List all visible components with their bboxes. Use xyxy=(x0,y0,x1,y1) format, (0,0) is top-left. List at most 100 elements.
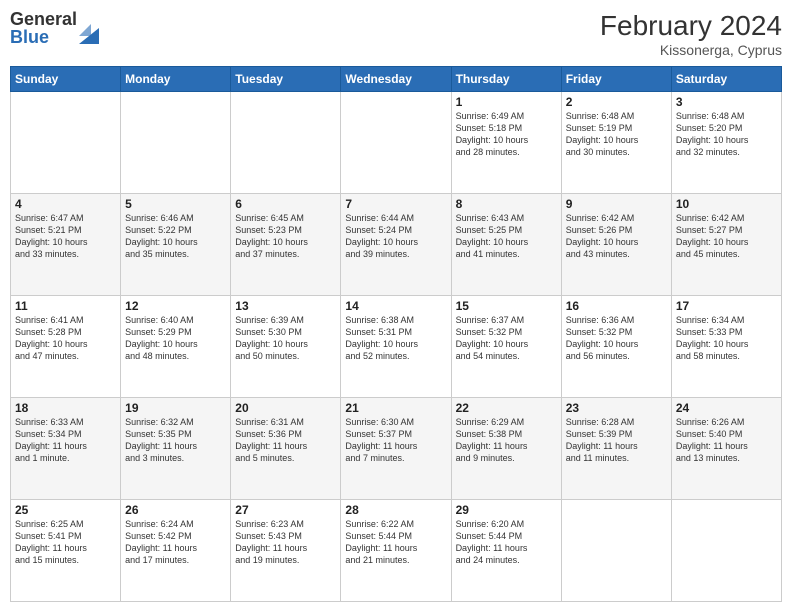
calendar-table: Sunday Monday Tuesday Wednesday Thursday… xyxy=(10,66,782,602)
calendar-cell xyxy=(561,500,671,602)
day-info: Sunrise: 6:41 AM Sunset: 5:28 PM Dayligh… xyxy=(15,314,116,363)
day-info: Sunrise: 6:29 AM Sunset: 5:38 PM Dayligh… xyxy=(456,416,557,465)
day-info: Sunrise: 6:26 AM Sunset: 5:40 PM Dayligh… xyxy=(676,416,777,465)
day-number: 25 xyxy=(15,503,116,517)
day-number: 13 xyxy=(235,299,336,313)
day-number: 22 xyxy=(456,401,557,415)
calendar-cell: 20Sunrise: 6:31 AM Sunset: 5:36 PM Dayli… xyxy=(231,398,341,500)
day-info: Sunrise: 6:39 AM Sunset: 5:30 PM Dayligh… xyxy=(235,314,336,363)
calendar-cell: 22Sunrise: 6:29 AM Sunset: 5:38 PM Dayli… xyxy=(451,398,561,500)
calendar-cell: 25Sunrise: 6:25 AM Sunset: 5:41 PM Dayli… xyxy=(11,500,121,602)
location: Kissonerga, Cyprus xyxy=(600,42,782,58)
week-row-4: 18Sunrise: 6:33 AM Sunset: 5:34 PM Dayli… xyxy=(11,398,782,500)
day-info: Sunrise: 6:37 AM Sunset: 5:32 PM Dayligh… xyxy=(456,314,557,363)
day-info: Sunrise: 6:30 AM Sunset: 5:37 PM Dayligh… xyxy=(345,416,446,465)
calendar-cell: 7Sunrise: 6:44 AM Sunset: 5:24 PM Daylig… xyxy=(341,194,451,296)
day-number: 21 xyxy=(345,401,446,415)
calendar-cell: 9Sunrise: 6:42 AM Sunset: 5:26 PM Daylig… xyxy=(561,194,671,296)
day-info: Sunrise: 6:38 AM Sunset: 5:31 PM Dayligh… xyxy=(345,314,446,363)
day-number: 15 xyxy=(456,299,557,313)
day-info: Sunrise: 6:47 AM Sunset: 5:21 PM Dayligh… xyxy=(15,212,116,261)
day-number: 18 xyxy=(15,401,116,415)
calendar-cell: 21Sunrise: 6:30 AM Sunset: 5:37 PM Dayli… xyxy=(341,398,451,500)
week-row-3: 11Sunrise: 6:41 AM Sunset: 5:28 PM Dayli… xyxy=(11,296,782,398)
logo-blue: Blue xyxy=(10,28,77,46)
day-number: 6 xyxy=(235,197,336,211)
day-info: Sunrise: 6:33 AM Sunset: 5:34 PM Dayligh… xyxy=(15,416,116,465)
day-number: 4 xyxy=(15,197,116,211)
calendar-cell: 10Sunrise: 6:42 AM Sunset: 5:27 PM Dayli… xyxy=(671,194,781,296)
day-info: Sunrise: 6:43 AM Sunset: 5:25 PM Dayligh… xyxy=(456,212,557,261)
calendar-cell: 16Sunrise: 6:36 AM Sunset: 5:32 PM Dayli… xyxy=(561,296,671,398)
day-number: 11 xyxy=(15,299,116,313)
day-info: Sunrise: 6:44 AM Sunset: 5:24 PM Dayligh… xyxy=(345,212,446,261)
day-info: Sunrise: 6:28 AM Sunset: 5:39 PM Dayligh… xyxy=(566,416,667,465)
logo: General Blue xyxy=(10,10,99,46)
calendar-cell: 17Sunrise: 6:34 AM Sunset: 5:33 PM Dayli… xyxy=(671,296,781,398)
calendar-cell: 27Sunrise: 6:23 AM Sunset: 5:43 PM Dayli… xyxy=(231,500,341,602)
week-row-2: 4Sunrise: 6:47 AM Sunset: 5:21 PM Daylig… xyxy=(11,194,782,296)
day-number: 23 xyxy=(566,401,667,415)
day-number: 19 xyxy=(125,401,226,415)
calendar-cell: 1Sunrise: 6:49 AM Sunset: 5:18 PM Daylig… xyxy=(451,92,561,194)
calendar-cell: 23Sunrise: 6:28 AM Sunset: 5:39 PM Dayli… xyxy=(561,398,671,500)
logo-general: General xyxy=(10,10,77,28)
day-info: Sunrise: 6:34 AM Sunset: 5:33 PM Dayligh… xyxy=(676,314,777,363)
day-info: Sunrise: 6:32 AM Sunset: 5:35 PM Dayligh… xyxy=(125,416,226,465)
header: General Blue February 2024 Kissonerga, C… xyxy=(10,10,782,58)
calendar-cell: 12Sunrise: 6:40 AM Sunset: 5:29 PM Dayli… xyxy=(121,296,231,398)
calendar-cell: 18Sunrise: 6:33 AM Sunset: 5:34 PM Dayli… xyxy=(11,398,121,500)
day-number: 12 xyxy=(125,299,226,313)
col-sunday: Sunday xyxy=(11,67,121,92)
calendar-cell: 15Sunrise: 6:37 AM Sunset: 5:32 PM Dayli… xyxy=(451,296,561,398)
calendar-cell: 28Sunrise: 6:22 AM Sunset: 5:44 PM Dayli… xyxy=(341,500,451,602)
calendar-cell: 5Sunrise: 6:46 AM Sunset: 5:22 PM Daylig… xyxy=(121,194,231,296)
calendar-cell: 4Sunrise: 6:47 AM Sunset: 5:21 PM Daylig… xyxy=(11,194,121,296)
calendar-cell: 29Sunrise: 6:20 AM Sunset: 5:44 PM Dayli… xyxy=(451,500,561,602)
calendar-cell: 11Sunrise: 6:41 AM Sunset: 5:28 PM Dayli… xyxy=(11,296,121,398)
day-number: 8 xyxy=(456,197,557,211)
day-number: 16 xyxy=(566,299,667,313)
day-number: 29 xyxy=(456,503,557,517)
day-info: Sunrise: 6:31 AM Sunset: 5:36 PM Dayligh… xyxy=(235,416,336,465)
calendar-cell: 6Sunrise: 6:45 AM Sunset: 5:23 PM Daylig… xyxy=(231,194,341,296)
page: General Blue February 2024 Kissonerga, C… xyxy=(0,0,792,612)
day-info: Sunrise: 6:40 AM Sunset: 5:29 PM Dayligh… xyxy=(125,314,226,363)
day-number: 20 xyxy=(235,401,336,415)
week-row-5: 25Sunrise: 6:25 AM Sunset: 5:41 PM Dayli… xyxy=(11,500,782,602)
day-number: 2 xyxy=(566,95,667,109)
day-info: Sunrise: 6:22 AM Sunset: 5:44 PM Dayligh… xyxy=(345,518,446,567)
calendar-cell xyxy=(11,92,121,194)
day-number: 1 xyxy=(456,95,557,109)
col-tuesday: Tuesday xyxy=(231,67,341,92)
col-wednesday: Wednesday xyxy=(341,67,451,92)
week-row-1: 1Sunrise: 6:49 AM Sunset: 5:18 PM Daylig… xyxy=(11,92,782,194)
day-number: 3 xyxy=(676,95,777,109)
col-monday: Monday xyxy=(121,67,231,92)
calendar-cell xyxy=(341,92,451,194)
title-block: February 2024 Kissonerga, Cyprus xyxy=(600,10,782,58)
day-info: Sunrise: 6:42 AM Sunset: 5:26 PM Dayligh… xyxy=(566,212,667,261)
day-info: Sunrise: 6:46 AM Sunset: 5:22 PM Dayligh… xyxy=(125,212,226,261)
day-number: 5 xyxy=(125,197,226,211)
day-info: Sunrise: 6:20 AM Sunset: 5:44 PM Dayligh… xyxy=(456,518,557,567)
day-info: Sunrise: 6:49 AM Sunset: 5:18 PM Dayligh… xyxy=(456,110,557,159)
day-info: Sunrise: 6:24 AM Sunset: 5:42 PM Dayligh… xyxy=(125,518,226,567)
calendar-cell xyxy=(121,92,231,194)
calendar-cell: 19Sunrise: 6:32 AM Sunset: 5:35 PM Dayli… xyxy=(121,398,231,500)
col-friday: Friday xyxy=(561,67,671,92)
calendar-header-row: Sunday Monday Tuesday Wednesday Thursday… xyxy=(11,67,782,92)
day-number: 10 xyxy=(676,197,777,211)
calendar-cell: 13Sunrise: 6:39 AM Sunset: 5:30 PM Dayli… xyxy=(231,296,341,398)
day-info: Sunrise: 6:48 AM Sunset: 5:20 PM Dayligh… xyxy=(676,110,777,159)
day-number: 9 xyxy=(566,197,667,211)
col-saturday: Saturday xyxy=(671,67,781,92)
calendar-cell: 26Sunrise: 6:24 AM Sunset: 5:42 PM Dayli… xyxy=(121,500,231,602)
month-year: February 2024 xyxy=(600,10,782,42)
day-info: Sunrise: 6:23 AM Sunset: 5:43 PM Dayligh… xyxy=(235,518,336,567)
day-info: Sunrise: 6:36 AM Sunset: 5:32 PM Dayligh… xyxy=(566,314,667,363)
logo-text: General Blue xyxy=(10,10,77,46)
calendar-cell: 8Sunrise: 6:43 AM Sunset: 5:25 PM Daylig… xyxy=(451,194,561,296)
col-thursday: Thursday xyxy=(451,67,561,92)
calendar-cell: 2Sunrise: 6:48 AM Sunset: 5:19 PM Daylig… xyxy=(561,92,671,194)
